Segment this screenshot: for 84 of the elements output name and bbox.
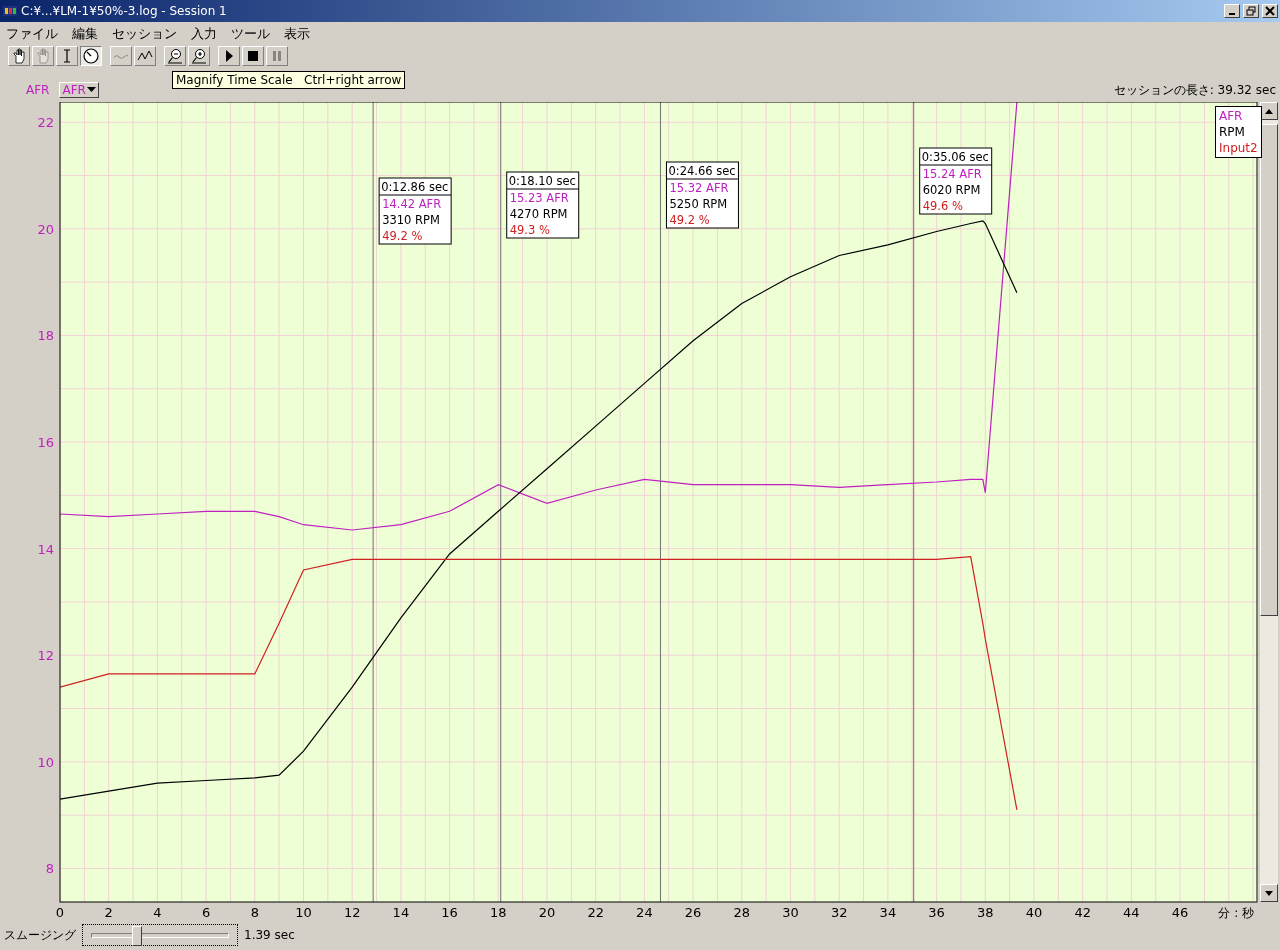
x-tick-label: 46 (1171, 905, 1189, 920)
menu-item[interactable]: ツール (231, 25, 270, 41)
x-tick-label: 20 (538, 905, 556, 920)
cursor-time: 0:35.06 sec (921, 150, 989, 164)
zoom-in-icon (191, 48, 207, 64)
y-tick-label: 18 (37, 328, 54, 344)
x-tick-label: 22 (587, 905, 604, 920)
x-tick-label: 38 (977, 905, 994, 920)
menu-item[interactable]: 入力 (191, 25, 217, 41)
y-tick-label: 10 (37, 754, 54, 770)
hand-icon (11, 48, 27, 64)
x-tick-label: 28 (733, 905, 751, 920)
gauge-icon (83, 48, 99, 64)
cursor-value: 6020 RPM (922, 183, 981, 197)
x-tick-label: 4 (153, 905, 162, 920)
x-tick-label: 12 (343, 905, 361, 920)
cursor-value: 15.24 AFR (922, 167, 982, 181)
slider-label: スムージング (4, 926, 76, 944)
x-tick-label: 2 (104, 905, 113, 920)
x-tick-label: 10 (295, 905, 312, 920)
x-tick-label: 18 (490, 905, 507, 920)
cursor-value: 49.2 % (382, 229, 423, 243)
x-tick-label: 42 (1074, 905, 1091, 920)
up-arrow-icon (1265, 108, 1273, 114)
legend-item: Input2 (1219, 140, 1258, 156)
cursor-value: 49.2 % (669, 213, 710, 227)
cursor-value: 5250 RPM (669, 197, 728, 211)
close-icon (1265, 6, 1275, 16)
x-tick-label: 26 (684, 905, 702, 920)
x-tick-label: 0 (55, 905, 65, 920)
menu-item[interactable]: セッション (112, 25, 177, 41)
x-tick-label: 30 (782, 905, 799, 920)
zoom-out-icon (167, 48, 183, 64)
menu-item[interactable]: 編集 (72, 25, 98, 41)
hand-icon (35, 48, 51, 64)
cursor-value: 4270 RPM (509, 207, 568, 221)
menu-item[interactable]: ファイル (6, 25, 58, 41)
cursor-time: 0:24.66 sec (668, 164, 736, 178)
cursor-value: 14.42 AFR (382, 197, 442, 211)
window-title: C:¥...¥LM-1¥50%-3.log - Session 1 (21, 4, 228, 18)
caret-icon (86, 87, 96, 93)
y-tick-label: 20 (37, 221, 54, 237)
close-button[interactable] (1262, 4, 1278, 18)
slider-thumb[interactable] (131, 925, 142, 946)
minimize-icon (1229, 13, 1235, 15)
minimize-button[interactable] (1224, 4, 1240, 18)
y-tick-label: 8 (45, 861, 54, 877)
restore-button[interactable] (1243, 4, 1259, 18)
x-tick-label: 16 (441, 905, 458, 920)
x-axis-unit: 分 : 秒 (1218, 906, 1254, 920)
cursor-time: 0:12.86 sec (381, 180, 449, 194)
x-tick-label: 32 (830, 905, 848, 920)
slider-value: 1.39 sec (244, 928, 295, 942)
restore-icon (1246, 6, 1256, 16)
toolbar-button[interactable] (80, 46, 102, 66)
stop-icon (245, 48, 261, 64)
legend-item: RPM (1219, 124, 1246, 140)
y-tick-label: 22 (37, 115, 54, 131)
session-length: セッションの長さ: 39.32 sec (1113, 81, 1276, 99)
cursor-value: 49.3 % (509, 223, 550, 237)
cursor-value: 15.23 AFR (509, 191, 569, 205)
tooltip: Magnify Time Scale Ctrl+right arrow (172, 71, 406, 89)
app-icon (2, 4, 18, 18)
smoothing-slider[interactable] (82, 924, 238, 946)
x-tick-label: 40 (1025, 905, 1043, 920)
down-arrow-icon (1265, 890, 1273, 896)
scrollbar[interactable] (1260, 102, 1278, 902)
cursor-time: 0:18.10 sec (508, 174, 576, 188)
legend-item: AFR (1219, 108, 1244, 124)
x-tick-label: 36 (928, 905, 945, 920)
cursor-value: 49.6 % (922, 199, 963, 213)
x-tick-label: 44 (1123, 905, 1140, 920)
y-tick-label: 16 (37, 435, 54, 451)
x-tick-label: 8 (250, 905, 259, 920)
cursor-value: 15.32 AFR (669, 181, 729, 195)
y-tick-label: 12 (37, 648, 54, 664)
x-tick-label: 34 (879, 905, 897, 920)
x-tick-label: 6 (201, 905, 211, 920)
x-tick-label: 24 (636, 905, 653, 920)
cursor-value: 3310 RPM (382, 213, 440, 227)
x-tick-label: 14 (392, 905, 410, 920)
y-tick-label: 14 (37, 541, 54, 557)
menu-item[interactable]: 表示 (284, 25, 310, 41)
axis-label: AFR (26, 83, 50, 97)
